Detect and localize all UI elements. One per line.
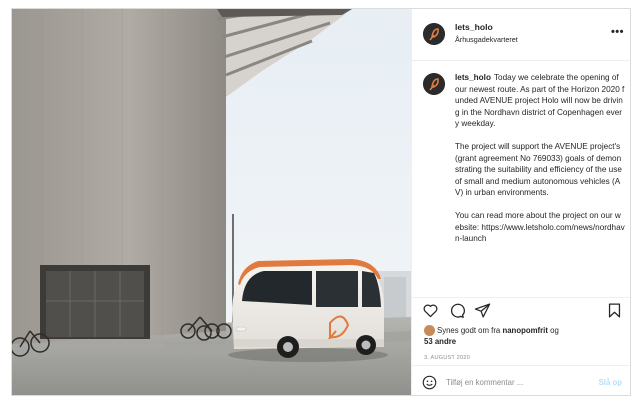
caption-paragraph: The project will support the AVENUE proj… — [455, 142, 622, 197]
ellipsis-icon: ••• — [610, 26, 624, 38]
post-photo[interactable] — [12, 9, 411, 395]
comment-bubble-icon[interactable] — [448, 302, 465, 319]
caption-text: lets_holo Today we celebrate the opening … — [455, 72, 625, 256]
post-comment-button[interactable]: Slå op — [599, 378, 622, 387]
likes-prefix: Synes godt om fra — [437, 326, 501, 335]
likes-others-link[interactable]: 53 andre — [424, 337, 456, 346]
location-link[interactable]: Århusgadekvarteret — [455, 35, 518, 44]
post-side-panel: lets_holo Århusgadekvarteret ••• lets_ho… — [411, 9, 630, 395]
photo-autonomous-bus-scene — [12, 9, 411, 395]
liker-avatar[interactable] — [424, 325, 435, 336]
holo-logo-icon — [423, 73, 445, 95]
post-header: lets_holo Århusgadekvarteret ••• — [412, 9, 630, 61]
liker-username[interactable]: nanopomfrit — [502, 326, 547, 335]
comment-bar: Slå op — [412, 365, 630, 395]
bookmark-icon[interactable] — [606, 302, 623, 319]
post-date[interactable]: 3. AUGUST 2020 — [424, 355, 470, 361]
caption-paragraph: lets_holo Today we celebrate the opening … — [455, 72, 625, 130]
likes-joiner: og — [550, 326, 559, 335]
avatar[interactable] — [423, 23, 445, 45]
comment-input[interactable] — [446, 375, 586, 390]
more-options-button[interactable]: ••• — [611, 26, 624, 38]
instagram-post: lets_holo Århusgadekvarteret ••• lets_ho… — [11, 8, 631, 396]
caption-username[interactable]: lets_holo — [455, 73, 491, 82]
holo-logo-icon — [423, 23, 445, 45]
likes-summary: Synes godt om fra nanopomfrit og 53 andr… — [424, 325, 629, 347]
comments-area: lets_holo Today we celebrate the opening … — [412, 61, 630, 297]
paper-plane-icon[interactable] — [474, 302, 491, 319]
header-username[interactable]: lets_holo — [455, 22, 493, 32]
caption-paragraph: You can read more about the project on o… — [455, 211, 625, 243]
caption-avatar[interactable] — [423, 73, 445, 95]
heart-icon[interactable] — [422, 302, 439, 319]
post-actions: Synes godt om fra nanopomfrit og 53 andr… — [412, 297, 630, 395]
smiley-icon[interactable] — [422, 375, 437, 390]
